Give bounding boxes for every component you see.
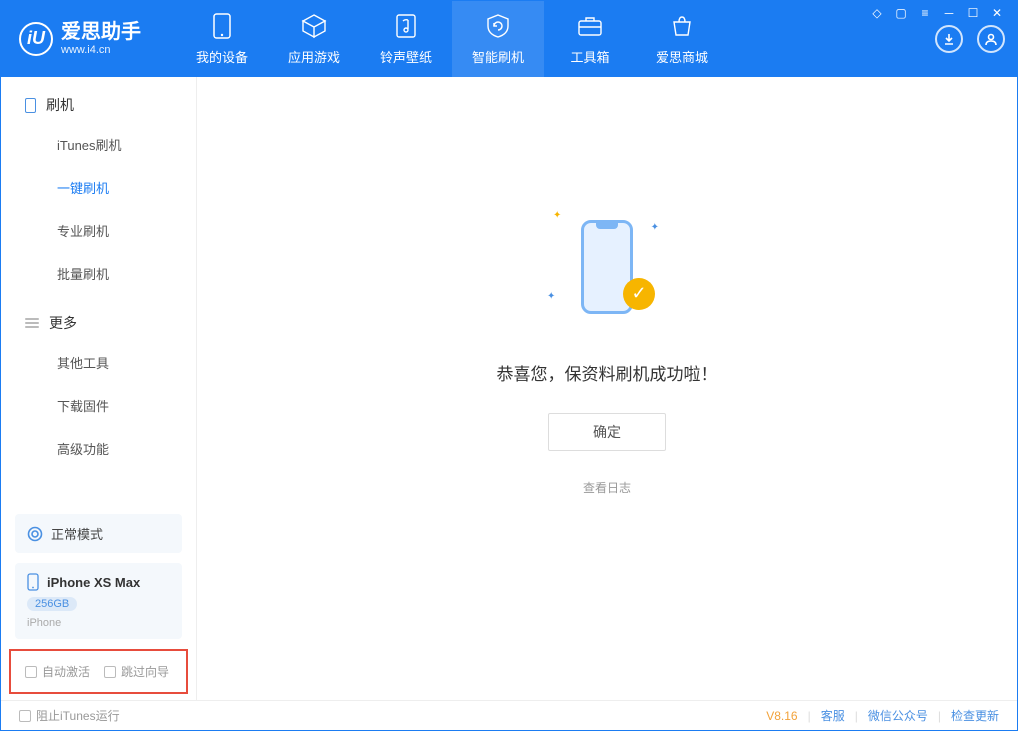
device-icon <box>209 13 235 39</box>
ok-button[interactable]: 确定 <box>548 413 666 451</box>
device-mode-box[interactable]: 正常模式 <box>15 514 182 553</box>
checkbox-label: 跳过向导 <box>121 663 169 680</box>
version-label: V8.16 <box>766 709 797 723</box>
list-icon <box>25 318 39 328</box>
nav-my-device[interactable]: 我的设备 <box>176 1 268 77</box>
nav-toolbox[interactable]: 工具箱 <box>544 1 636 77</box>
sync-icon <box>27 526 43 542</box>
sidebar-item-pro-flash[interactable]: 专业刷机 <box>1 209 196 252</box>
sidebar-item-onekey-flash[interactable]: 一键刷机 <box>1 166 196 209</box>
shield-sync-icon <box>485 13 511 39</box>
user-button[interactable] <box>977 25 1005 53</box>
titlebar: ◇ ▢ ≡ － ☐ ✕ iU 爱思助手 www.i4.cn 我的设备 应用游戏 <box>1 1 1017 77</box>
footer: 阻止iTunes运行 V8.16 | 客服 | 微信公众号 | 检查更新 <box>1 700 1017 730</box>
sidebar-section-flash: 刷机 <box>1 77 196 123</box>
logo-icon: iU <box>19 22 53 56</box>
check-icon: ✓ <box>623 278 655 310</box>
sidebar-item-itunes-flash[interactable]: iTunes刷机 <box>1 123 196 166</box>
box-icon[interactable]: ▢ <box>894 6 908 20</box>
shop-icon <box>669 13 695 39</box>
device-mode-label: 正常模式 <box>51 524 103 543</box>
footer-link-wechat[interactable]: 微信公众号 <box>868 707 928 724</box>
checkbox-icon[interactable] <box>19 710 31 722</box>
app-url: www.i4.cn <box>61 44 141 57</box>
cube-icon <box>301 13 327 39</box>
device-type-label: iPhone <box>27 617 170 629</box>
sidebar-item-other-tools[interactable]: 其他工具 <box>1 341 196 384</box>
checkbox-label: 自动激活 <box>42 663 90 680</box>
success-message: 恭喜您，保资料刷机成功啦！ <box>497 360 718 385</box>
sidebar-item-batch-flash[interactable]: 批量刷机 <box>1 252 196 295</box>
close-icon[interactable]: ✕ <box>990 6 1004 20</box>
tshirt-icon[interactable]: ◇ <box>870 6 884 20</box>
minimize-icon[interactable]: － <box>942 6 956 20</box>
checkbox-skip-guide[interactable]: 跳过向导 <box>104 663 169 680</box>
main-content: ✦ ✦ ✦ ✓ 恭喜您，保资料刷机成功啦！ 确定 查看日志 <box>197 77 1017 700</box>
phone-icon <box>25 98 36 113</box>
nav-label: 我的设备 <box>196 47 248 66</box>
nav-label: 爱思商城 <box>656 47 708 66</box>
app-logo: iU 爱思助手 www.i4.cn <box>19 21 141 57</box>
nav-shop[interactable]: 爱思商城 <box>636 1 728 77</box>
sidebar-item-advanced[interactable]: 高级功能 <box>1 427 196 470</box>
menu-icon[interactable]: ≡ <box>918 6 932 20</box>
checkbox-icon <box>104 666 116 678</box>
block-itunes-label[interactable]: 阻止iTunes运行 <box>36 707 120 724</box>
device-capacity-badge: 256GB <box>27 597 77 611</box>
maximize-icon[interactable]: ☐ <box>966 6 980 20</box>
device-info-box[interactable]: iPhone XS Max 256GB iPhone <box>15 563 182 639</box>
view-log-link[interactable]: 查看日志 <box>583 479 631 496</box>
nav-label: 智能刷机 <box>472 47 524 66</box>
footer-link-support[interactable]: 客服 <box>821 707 845 724</box>
success-illustration: ✦ ✦ ✦ ✓ <box>547 202 667 332</box>
music-icon <box>393 13 419 39</box>
nav-ringtone-wallpaper[interactable]: 铃声壁纸 <box>360 1 452 77</box>
nav-label: 应用游戏 <box>288 47 340 66</box>
checkbox-auto-activate[interactable]: 自动激活 <box>25 663 90 680</box>
nav-label: 铃声壁纸 <box>380 47 432 66</box>
nav-label: 工具箱 <box>570 47 609 66</box>
nav-smart-flash[interactable]: 智能刷机 <box>452 1 544 77</box>
sidebar: 刷机 iTunes刷机 一键刷机 专业刷机 批量刷机 更多 其他工具 下载固件 … <box>1 77 197 700</box>
nav-apps-games[interactable]: 应用游戏 <box>268 1 360 77</box>
checkbox-row: 自动激活 跳过向导 <box>9 649 188 694</box>
app-name: 爱思助手 <box>61 21 141 44</box>
download-button[interactable] <box>935 25 963 53</box>
toolbox-icon <box>577 13 603 39</box>
device-name-label: iPhone XS Max <box>47 575 140 590</box>
checkbox-icon <box>25 666 37 678</box>
phone-icon <box>27 573 39 591</box>
sidebar-item-download-firmware[interactable]: 下载固件 <box>1 384 196 427</box>
sidebar-section-more: 更多 <box>1 295 196 341</box>
footer-link-update[interactable]: 检查更新 <box>951 707 999 724</box>
